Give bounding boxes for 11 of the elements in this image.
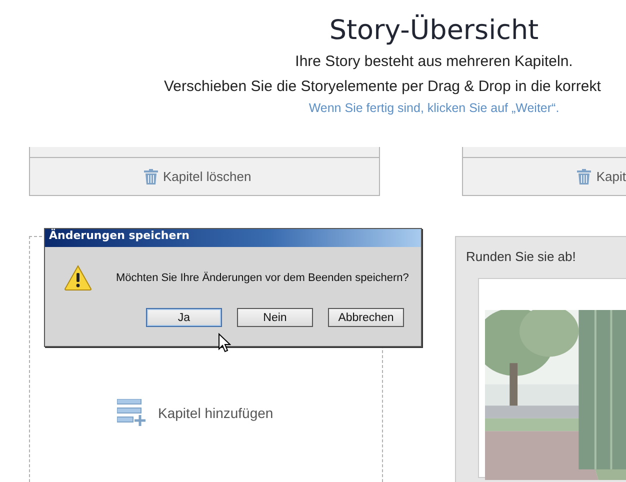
dialog-title: Änderungen speichern xyxy=(45,229,421,247)
dialog-button[interactable]: Nein xyxy=(237,308,313,327)
hint-text: Wenn Sie fertig sind, klicken Sie auf „Weiter“. xyxy=(308,100,560,116)
panel-title: Runden Sie sie ab! xyxy=(466,249,577,264)
dialog-message: Möchten Sie Ihre Änderungen vor dem Beenden speichern? xyxy=(116,272,409,284)
dialog-button[interactable]: Abbrechen xyxy=(328,308,404,327)
dialog-button[interactable]: Ja xyxy=(146,308,222,327)
intro-text: Ihre Story besteht aus mehreren Kapiteln. xyxy=(294,52,574,72)
instruction-text: Verschieben Sie die Storyelemente per Drag & Drop in die korrekt xyxy=(163,77,602,97)
page-title: Story-Übersicht xyxy=(328,14,540,48)
add-chapter-button[interactable]: Kapitel hinzufügen xyxy=(117,399,274,427)
